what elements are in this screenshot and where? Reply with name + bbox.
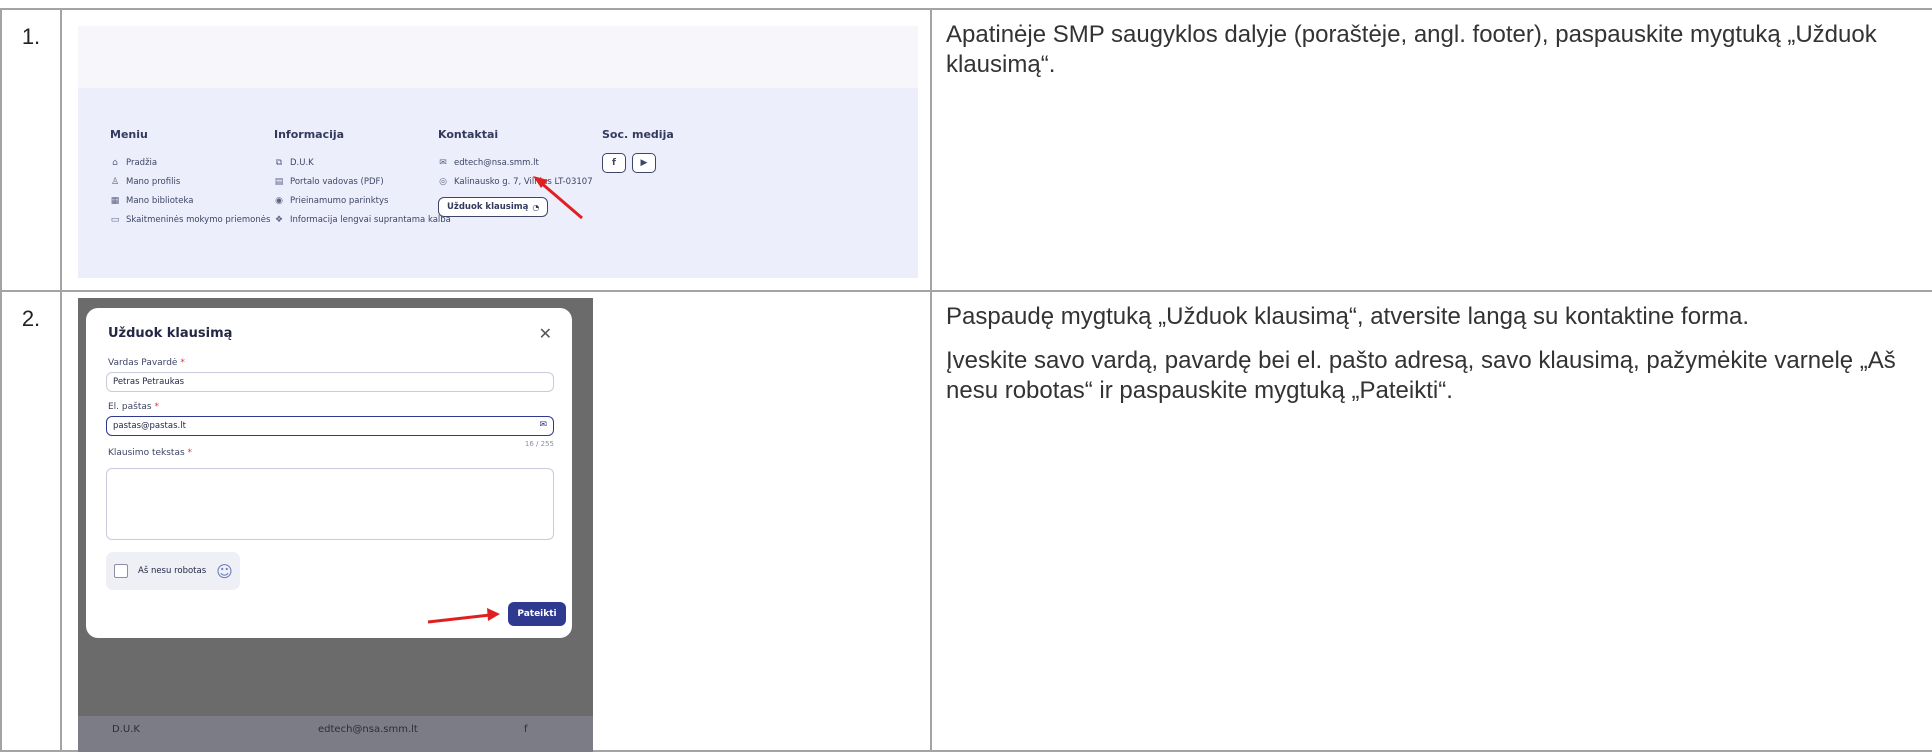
description-cell: Paspaudę mygtuką „Užduok klausimą“, atve… [930, 292, 1932, 752]
instruction-row-1: 1. Meniu ⌂ Pradžia ♙ Mano profilis ▦ Mano b… [0, 8, 1932, 292]
screenshot-cell: Meniu ⌂ Pradžia ♙ Mano profilis ▦ Mano bibl… [60, 8, 932, 292]
ask-question-dialog: Užduok klausimą ✕ Vardas Pavardė * Petra… [86, 308, 572, 638]
background-faq-link: D.U.K [112, 724, 140, 735]
instruction-text: Apatinėje SMP saugyklos dalyje (poraštėj… [946, 21, 1877, 78]
instruction-table: 1. Meniu ⌂ Pradžia ♙ Mano profilis ▦ Mano b… [0, 0, 1932, 752]
step-number: 2. [0, 292, 62, 752]
red-arrow-pointer [427, 608, 500, 624]
instruction-row-2: 2. D.U.K edtech@nsa.smm.lt f Užduok klau… [0, 292, 1932, 752]
red-arrow-pointer [533, 176, 583, 220]
step-number: 1. [0, 8, 62, 292]
background-email-link: edtech@nsa.smm.lt [318, 724, 418, 735]
footer-screenshot: Meniu ⌂ Pradžia ♙ Mano profilis ▦ Mano bibl… [78, 26, 918, 278]
screenshot-cell: D.U.K edtech@nsa.smm.lt f Užduok klausim… [60, 292, 932, 752]
description-cell: Apatinėje SMP saugyklos dalyje (poraštėj… [930, 8, 1932, 292]
instruction-text: Paspaudę mygtuką „Užduok klausimą“, atve… [946, 303, 1750, 330]
background-facebook-icon: f [524, 724, 528, 735]
instruction-text: Įveskite savo vardą, pavardę bei el. paš… [946, 347, 1896, 404]
modal-screenshot: D.U.K edtech@nsa.smm.lt f Užduok klausim… [78, 298, 593, 752]
